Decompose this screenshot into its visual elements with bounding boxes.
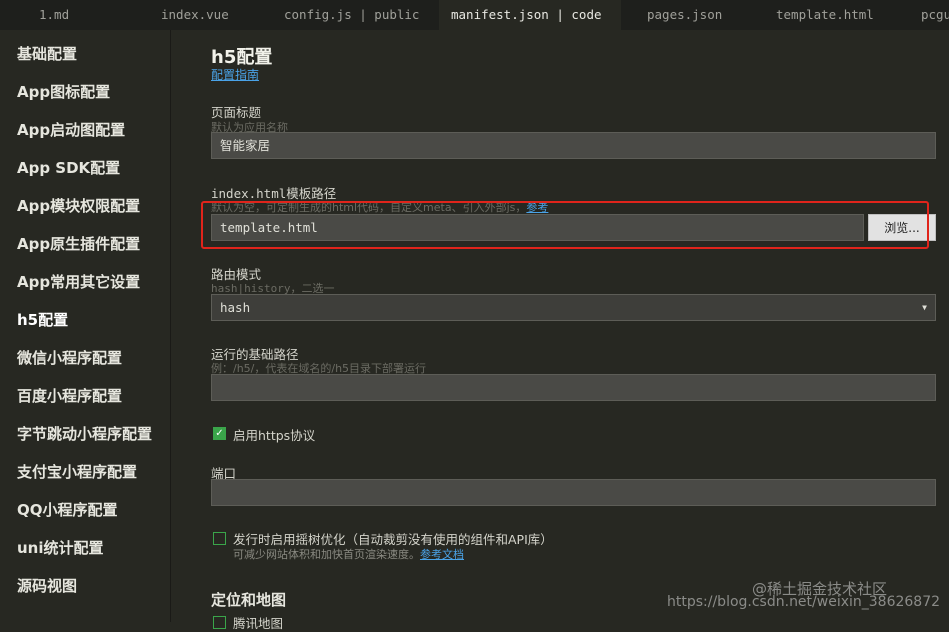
- port-input[interactable]: [211, 479, 936, 506]
- sidebar-item-weixin[interactable]: 微信小程序配置: [17, 347, 122, 368]
- location-map-section-title: 定位和地图: [211, 591, 287, 609]
- sidebar-item-app-other[interactable]: App常用其它设置: [17, 271, 140, 292]
- reference-docs-link[interactable]: 参考文档: [420, 548, 464, 561]
- tencent-map-checkbox[interactable]: [213, 616, 226, 629]
- sidebar-item-uni-stat[interactable]: uni统计配置: [17, 537, 104, 558]
- sidebar-item-app-plugins[interactable]: App原生插件配置: [17, 233, 140, 254]
- page-title-input[interactable]: 智能家居: [211, 132, 936, 159]
- sidebar-item-baidu[interactable]: 百度小程序配置: [17, 385, 122, 406]
- sidebar-item-app-modules[interactable]: App模块权限配置: [17, 195, 140, 216]
- chevron-down-icon: ▼: [922, 303, 927, 312]
- template-path-highlight: [201, 201, 929, 249]
- config-guide-link[interactable]: 配置指南: [211, 66, 259, 83]
- sidebar-item-qq[interactable]: QQ小程序配置: [17, 499, 118, 520]
- tab-manifest-json[interactable]: manifest.json | code: [439, 0, 621, 30]
- sidebar-item-source-view[interactable]: 源码视图: [17, 575, 77, 596]
- router-mode-value: hash: [220, 300, 251, 315]
- sidebar-item-alipay[interactable]: 支付宝小程序配置: [17, 461, 137, 482]
- treeshake-checkbox[interactable]: [213, 532, 226, 545]
- https-checkbox[interactable]: ✓: [213, 427, 226, 440]
- tab-1-md[interactable]: 1.md: [39, 0, 69, 30]
- sidebar-item-app-icon[interactable]: App图标配置: [17, 81, 110, 102]
- tab-template-html[interactable]: template.html: [776, 0, 874, 30]
- csdn-watermark: https://blog.csdn.net/weixin_38626872: [667, 594, 941, 610]
- tab-config-js[interactable]: config.js | public: [284, 0, 419, 30]
- sidebar-item-basic[interactable]: 基础配置: [17, 43, 77, 64]
- tencent-map-label: 腾讯地图: [233, 616, 284, 631]
- manifest-sidebar: 基础配置 App图标配置 App启动图配置 App SDK配置 App模块权限配…: [0, 30, 171, 622]
- treeshake-hint-text: 可减少网站体积和加快首页渲染速度。: [233, 548, 420, 561]
- sidebar-item-h5[interactable]: h5配置: [17, 309, 68, 330]
- treeshake-hint: 可减少网站体积和加快首页渲染速度。参考文档: [233, 546, 464, 562]
- sidebar-item-app-splash[interactable]: App启动图配置: [17, 119, 125, 140]
- sidebar-item-app-sdk[interactable]: App SDK配置: [17, 157, 120, 178]
- sidebar-item-toutiao[interactable]: 字节跳动小程序配置: [17, 423, 152, 444]
- base-path-input[interactable]: [211, 374, 936, 401]
- tab-pcgu[interactable]: pcgu: [921, 0, 949, 30]
- editor-tab-bar: 1.md index.vue config.js | public manife…: [0, 0, 949, 30]
- tab-index-vue[interactable]: index.vue: [161, 0, 229, 30]
- h5-config-panel: h5配置 配置指南 页面标题 默认为应用名称 智能家居 index.html模板…: [171, 30, 949, 631]
- https-label: 启用https协议: [233, 428, 316, 443]
- tab-pages-json[interactable]: pages.json: [647, 0, 722, 30]
- router-mode-select[interactable]: hash ▼: [211, 294, 936, 321]
